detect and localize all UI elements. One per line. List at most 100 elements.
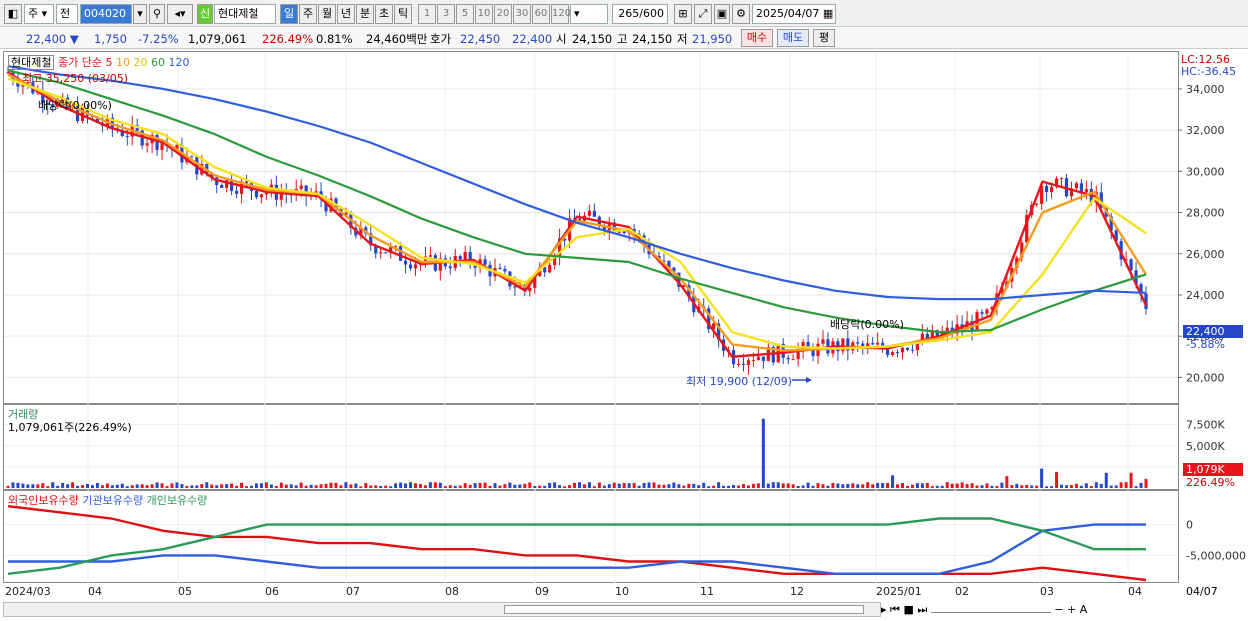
volume-bar <box>235 485 239 488</box>
volume-bar <box>130 485 134 488</box>
candle-body <box>264 193 269 195</box>
candle-body <box>910 349 915 351</box>
candle-body <box>900 347 905 353</box>
volume-bar <box>250 485 254 488</box>
x-label: 08 <box>445 585 459 598</box>
candle-body <box>1049 186 1054 192</box>
text-size-icon[interactable]: A <box>1080 603 1088 616</box>
volume-bar <box>16 482 20 488</box>
volume-bar <box>955 483 959 488</box>
candle-body <box>458 256 462 260</box>
candle-body <box>528 287 532 292</box>
volume-bar <box>1099 483 1103 488</box>
candle-body <box>905 347 910 350</box>
volume-bar <box>796 485 800 488</box>
play-icon[interactable]: ▸ <box>881 603 887 616</box>
volume-bar <box>1124 482 1128 488</box>
volume-bar <box>150 484 154 488</box>
volume-bar <box>319 484 323 488</box>
volume-bar <box>876 482 880 488</box>
candle-body <box>398 246 403 261</box>
volume-bar <box>409 482 413 488</box>
volume-bar <box>299 482 303 488</box>
scrollbar-thumb[interactable] <box>504 605 864 614</box>
volume-bar <box>230 483 234 488</box>
volume-bar <box>110 485 114 488</box>
zoom-in-icon[interactable]: + <box>1067 603 1076 616</box>
volume-bar <box>304 485 308 488</box>
volume-bar <box>1010 485 1014 488</box>
volume-bar <box>160 483 164 488</box>
volume-bar <box>816 483 820 488</box>
holding-tick-label: -5,000,000 <box>1186 549 1246 562</box>
dividend-note-2: 배당락(0.00%) <box>830 318 904 331</box>
volume-bar <box>692 483 696 488</box>
volume-bar <box>717 482 721 488</box>
y-tick-label: 32,000 <box>1186 124 1225 137</box>
volume-bar <box>1064 485 1068 488</box>
rewind-icon[interactable]: ⏮ <box>890 603 900 616</box>
candle-body <box>741 363 746 366</box>
volume-bar <box>374 485 378 488</box>
volume-bar <box>423 485 427 488</box>
volume-bar <box>920 483 924 488</box>
volume-bar <box>990 485 994 488</box>
x-label: 11 <box>700 585 714 598</box>
volume-bar <box>1074 483 1078 488</box>
volume-bar <box>652 482 656 488</box>
volume-bar <box>165 486 169 488</box>
volume-bar <box>518 484 522 488</box>
volume-bar <box>632 483 636 488</box>
volume-bar <box>1134 486 1138 488</box>
candle-body <box>592 210 596 217</box>
indiv-legend: 개인보유수량 <box>146 494 208 507</box>
volume-bar <box>836 483 840 488</box>
volume-bar <box>200 484 204 488</box>
holding-tick-label: 0 <box>1186 519 1193 532</box>
candle-body <box>806 342 810 347</box>
stop-icon[interactable]: ■ <box>903 603 913 616</box>
candle-body <box>503 268 507 272</box>
volume-bar <box>881 483 885 488</box>
volume-bar <box>741 484 745 488</box>
volume-bar <box>379 486 383 488</box>
volume-bar <box>488 485 492 488</box>
volume-bar <box>846 483 850 488</box>
volume-bar <box>687 483 691 488</box>
volume-bar <box>254 483 258 488</box>
volume-bar <box>498 485 502 488</box>
volume-bar <box>41 483 45 488</box>
dividend-note-1: 배당락(0.00%) <box>38 99 112 112</box>
volume-bar <box>6 485 10 488</box>
volume-bar <box>344 482 348 488</box>
volume-bar <box>120 483 124 488</box>
volume-bar <box>210 484 214 488</box>
volume-bar <box>135 484 139 488</box>
volume-bar <box>751 483 755 488</box>
ma-line-5 <box>7 71 1148 358</box>
volume-bar <box>170 483 174 488</box>
low-note: 최저 19,900 (12/09) <box>686 375 793 388</box>
candle-body <box>622 231 626 234</box>
zoom-slider[interactable] <box>930 612 1051 613</box>
volume-bar <box>727 485 731 488</box>
volume-bar <box>677 484 681 488</box>
volume-bar <box>334 482 338 488</box>
zoom-out-icon[interactable]: − <box>1054 603 1063 616</box>
volume-bar <box>662 484 666 488</box>
forward-icon[interactable]: ⏭ <box>917 603 927 616</box>
volume-bar <box>26 484 30 488</box>
volume-bar <box>349 484 353 488</box>
ma-title: 종가 단순 <box>57 56 102 69</box>
volume-bar <box>682 485 686 488</box>
x-label: 2025/01 <box>876 585 922 598</box>
volume-bar <box>140 484 144 488</box>
volume-bar <box>1025 484 1029 488</box>
x-label: 03 <box>1040 585 1054 598</box>
horizontal-scrollbar[interactable] <box>3 602 881 617</box>
volume-bar <box>46 486 50 488</box>
ma-line-120 <box>7 65 1147 301</box>
volume-bar <box>851 483 855 488</box>
candle-body <box>259 194 264 198</box>
candle-body <box>299 185 303 189</box>
